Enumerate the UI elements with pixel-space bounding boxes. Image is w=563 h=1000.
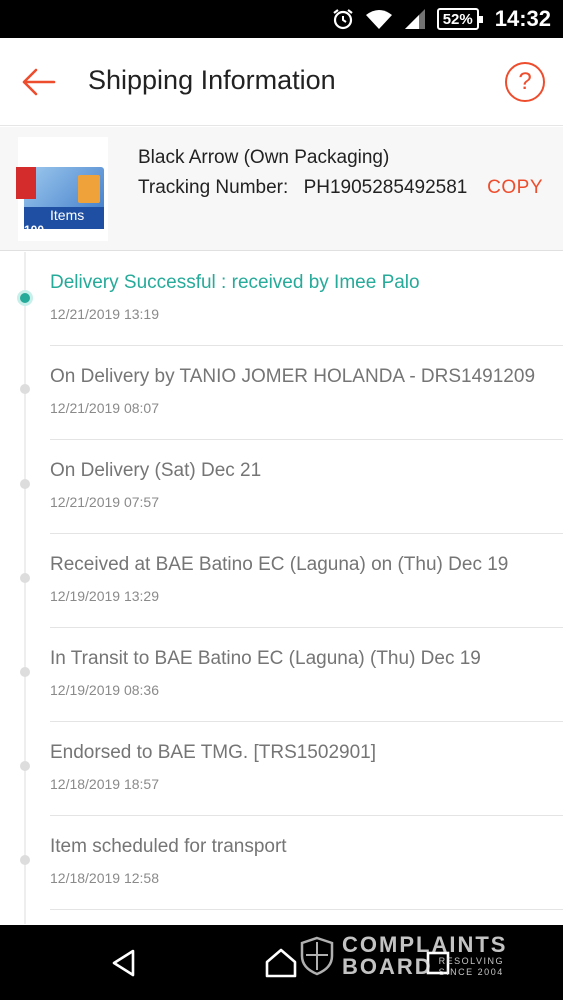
timeline-dot [20,573,30,583]
courier-name: Black Arrow (Own Packaging) [138,147,390,168]
event-status: Delivery Successful : received by Imee P… [50,272,420,293]
timeline-event: On Delivery (Sat) Dec 21 12/21/2019 07:5… [0,440,563,534]
watermark-line2: BOARD [342,954,433,979]
tracking-timeline[interactable]: Delivery Successful : received by Imee P… [0,252,563,924]
timeline-event: Item scheduled for transport 12/18/2019 … [0,816,563,910]
event-time: 12/19/2019 13:29 [50,588,159,604]
timeline-dot [20,384,30,394]
wifi-icon [365,7,393,31]
nav-back-button[interactable] [106,945,142,981]
timeline-event: Delivery Successful : received by Imee P… [0,252,563,346]
shipment-card: 100 Items Black Arrow (Own Packaging) Tr… [0,127,563,251]
page-title: Shipping Information [88,65,336,95]
event-time: 12/18/2019 18:57 [50,776,159,792]
watermark-tag1: RESOLVING [438,956,505,967]
nav-home-button[interactable] [263,945,299,981]
timeline-dot-active [17,290,33,306]
timeline-dot [20,855,30,865]
timeline-dot [20,479,30,489]
timeline-event: Endorsed to BAE TMG. [TRS1502901] 12/18/… [0,722,563,816]
event-status: Item scheduled for transport [50,836,287,857]
watermark-tagline: RESOLVING SINCE 2004 [439,956,504,978]
tracking-number: PH1905285492581 [303,177,468,198]
divider [50,909,563,910]
product-thumbnail[interactable]: 100 Items [16,137,108,241]
app-header: Shipping Information ? [0,38,563,126]
event-time: 12/21/2019 08:07 [50,400,159,416]
timeline-event: On Delivery by TANIO JOMER HOLANDA - DRS… [0,346,563,440]
help-button[interactable]: ? [505,62,545,102]
timeline-dot [20,761,30,771]
free-badge [16,167,36,199]
tracking-row: Tracking Number: PH1905285492581 [138,177,467,199]
tracking-label: Tracking Number: [138,177,289,198]
event-time: 12/19/2019 08:36 [50,682,159,698]
watermark-tag2: SINCE 2004 [438,967,504,978]
timeline-event: In Transit to BAE Batino EC (Laguna) (Th… [0,628,563,722]
event-time: 12/21/2019 13:19 [50,306,159,322]
signal-icon [403,7,427,31]
status-bar: 52% 14:32 [0,0,563,38]
event-time: 12/21/2019 07:57 [50,494,159,510]
timeline-event: Received at BAE Batino EC (Laguna) on (T… [0,534,563,628]
copy-button[interactable]: COPY [487,177,543,199]
triangle-back-icon [112,949,135,977]
home-icon [265,948,297,978]
watermark-line1: COMPLAINTS [342,932,508,957]
battery-icon: 52% [436,8,483,30]
thumbnail-items-label: Items [50,207,85,223]
thumbnail-count: 100 [24,223,45,237]
alarm-icon [331,7,355,31]
back-button[interactable] [18,62,58,102]
watermark-text: COMPLAINTS BOARD RESOLVING SINCE 2004 [342,934,507,978]
arrow-left-icon [22,68,56,96]
watermark: COMPLAINTS BOARD RESOLVING SINCE 2004 [300,934,507,978]
status-time: 14:32 [494,6,551,31]
shield-logo-icon [300,936,334,976]
event-status: Received at BAE Batino EC (Laguna) on (T… [50,554,509,575]
event-time: 12/18/2019 12:58 [50,870,159,886]
event-status: On Delivery by TANIO JOMER HOLANDA - DRS… [50,366,536,387]
timeline-dot [20,667,30,677]
question-mark-icon: ? [518,68,532,95]
watermark-line2-row: BOARD RESOLVING SINCE 2004 [342,956,507,978]
status-icons: 52% 14:32 [331,0,551,38]
event-status: In Transit to BAE Batino EC (Laguna) (Th… [50,648,481,669]
event-status: On Delivery (Sat) Dec 21 [50,460,262,481]
event-status: Endorsed to BAE TMG. [TRS1502901] [50,742,376,763]
